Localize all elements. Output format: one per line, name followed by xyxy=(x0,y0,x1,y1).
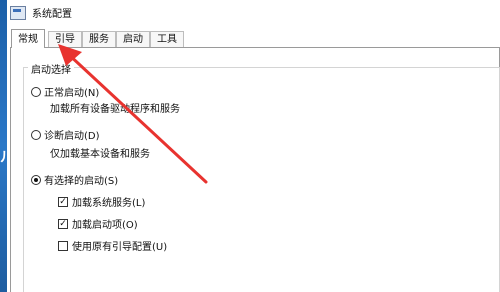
title-bar[interactable]: 系统配置 xyxy=(7,0,500,25)
tab-general[interactable]: 常规 xyxy=(11,29,45,48)
screenshot: ル 系统配置 常规 引导 服务 启动 工具 启动选择 正常启动(N) 加载所有设… xyxy=(0,0,500,292)
normal-startup-label: 正常启动(N) xyxy=(44,88,100,99)
load-system-services-option[interactable]: ✓ 加载系统服务(L) xyxy=(58,194,145,209)
selective-startup-radio[interactable] xyxy=(31,174,41,185)
window-title: 系统配置 xyxy=(32,9,72,20)
tab-startup[interactable]: 启动 xyxy=(116,31,150,47)
load-startup-items-checkbox[interactable]: ✓ xyxy=(58,218,68,229)
selective-startup-option[interactable]: 有选择的启动(S) xyxy=(31,172,118,187)
diagnostic-startup-radio[interactable] xyxy=(31,129,41,140)
selective-startup-label: 有选择的启动(S) xyxy=(44,176,119,187)
use-original-boot-config-checkbox[interactable] xyxy=(58,240,68,251)
normal-startup-radio[interactable] xyxy=(31,86,41,97)
use-original-boot-config-label: 使用原有引导配置(U) xyxy=(72,242,168,253)
desktop-text-fragment: ル xyxy=(0,150,7,166)
use-original-boot-config-option[interactable]: 使用原有引导配置(U) xyxy=(58,238,167,253)
msconfig-app-icon xyxy=(10,5,26,20)
system-configuration-window: 系统配置 常规 引导 服务 启动 工具 启动选择 正常启动(N) 加载所有设备驱… xyxy=(7,0,500,292)
normal-startup-description: 加载所有设备驱动程序和服务 xyxy=(50,104,180,115)
tab-services[interactable]: 服务 xyxy=(82,31,116,47)
tab-tools[interactable]: 工具 xyxy=(150,31,184,47)
load-system-services-checkbox[interactable]: ✓ xyxy=(58,196,68,207)
diagnostic-startup-description: 仅加载基本设备和服务 xyxy=(50,149,150,160)
diagnostic-startup-option[interactable]: 诊断启动(D) xyxy=(31,127,100,142)
load-system-services-label: 加载系统服务(L) xyxy=(72,198,146,209)
load-startup-items-label: 加载启动项(O) xyxy=(72,220,138,231)
load-startup-items-option[interactable]: ✓ 加载启动项(O) xyxy=(58,216,138,231)
startup-selection-title: 启动选择 xyxy=(28,61,74,76)
normal-startup-option[interactable]: 正常启动(N) xyxy=(31,84,99,99)
tab-boot[interactable]: 引导 xyxy=(48,31,82,47)
desktop-background: ル xyxy=(0,0,7,292)
tab-bar: 常规 引导 服务 启动 工具 xyxy=(7,29,500,48)
diagnostic-startup-label: 诊断启动(D) xyxy=(44,131,100,142)
